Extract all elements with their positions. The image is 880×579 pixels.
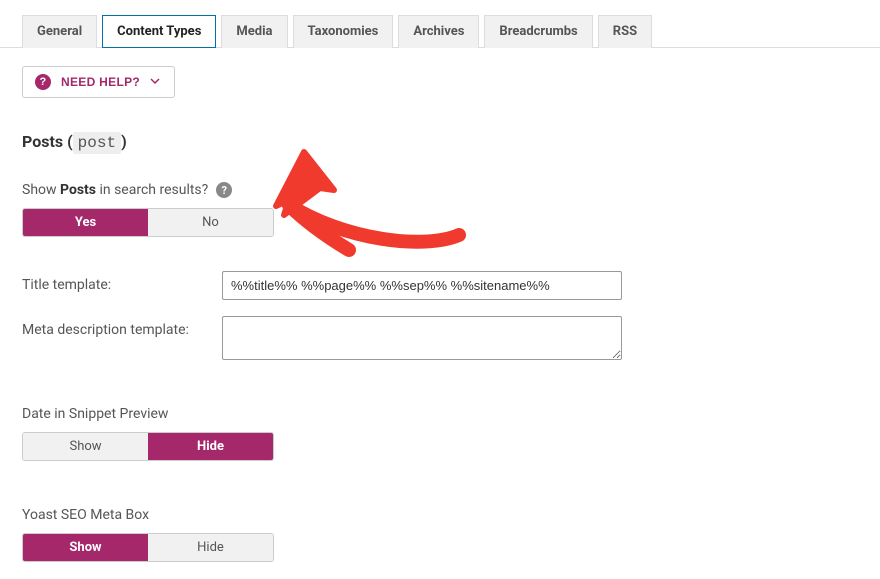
tab-media[interactable]: Media: [221, 15, 287, 48]
tab-general[interactable]: General: [22, 15, 97, 48]
meta-box-hide[interactable]: Hide: [148, 534, 273, 561]
need-help-button[interactable]: ? NEED HELP?: [22, 66, 175, 98]
show-in-results-label: Show Posts in search results? ?: [22, 182, 858, 198]
tab-archives[interactable]: Archives: [398, 15, 479, 48]
tab-rss[interactable]: RSS: [598, 15, 652, 48]
tabs-nav: General Content Types Media Taxonomies A…: [0, 0, 880, 48]
chevron-down-icon: [150, 75, 160, 89]
section-title: Posts (post): [22, 132, 858, 152]
question-icon: ?: [35, 74, 51, 90]
meta-desc-textarea[interactable]: [222, 316, 622, 360]
post-type-code: post: [73, 132, 121, 154]
show-in-results-toggle: Yes No: [22, 208, 274, 237]
help-tooltip-icon[interactable]: ?: [216, 182, 232, 198]
date-preview-label: Date in Snippet Preview: [22, 406, 858, 422]
date-preview-toggle: Show Hide: [22, 432, 274, 461]
tab-breadcrumbs[interactable]: Breadcrumbs: [484, 15, 592, 48]
section-title-suffix: ): [121, 132, 127, 151]
section-title-prefix: Posts (: [22, 132, 73, 151]
show-in-results-no[interactable]: No: [148, 209, 273, 236]
show-in-results-yes[interactable]: Yes: [23, 209, 148, 236]
title-template-input[interactable]: [222, 271, 622, 300]
date-preview-hide[interactable]: Hide: [148, 433, 273, 460]
meta-box-label: Yoast SEO Meta Box: [22, 507, 858, 523]
date-preview-show[interactable]: Show: [23, 433, 148, 460]
meta-desc-label: Meta description template:: [22, 316, 222, 338]
title-template-label: Title template:: [22, 271, 222, 293]
tab-content-types[interactable]: Content Types: [102, 15, 216, 48]
meta-box-toggle: Show Hide: [22, 533, 274, 562]
tab-taxonomies[interactable]: Taxonomies: [293, 15, 394, 48]
need-help-label: NEED HELP?: [61, 75, 140, 89]
meta-box-show[interactable]: Show: [23, 534, 148, 561]
